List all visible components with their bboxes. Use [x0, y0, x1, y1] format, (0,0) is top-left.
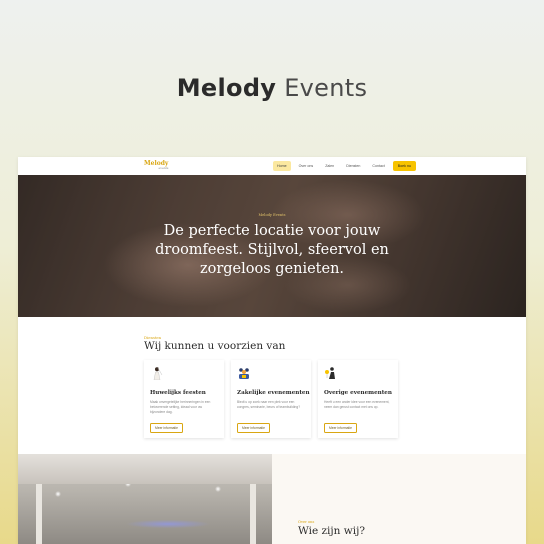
service-card-weddings: Huwelijks feesten Maak onvergetelijke he…	[144, 360, 224, 438]
service-card-title: Overige evenementen	[324, 390, 392, 396]
hero-section: Melody Events De perfecte locatie voor j…	[18, 175, 526, 317]
nav-item-over-ons[interactable]: Over ons	[295, 161, 318, 171]
navbar: Melody events Home Over ons Zalen Dienst…	[18, 157, 526, 175]
service-card-title: Zakelijke evenementen	[237, 390, 310, 396]
business-group-icon	[239, 368, 249, 379]
hero-title: De perfecte locatie voor jouw droomfeest…	[155, 223, 389, 277]
website-mockup: Melody events Home Over ons Zalen Dienst…	[18, 157, 526, 544]
book-now-button[interactable]: Boek nu	[392, 161, 416, 171]
brand-name-bold: Melody	[176, 74, 277, 102]
about-section: Over ons Wie zijn wij?	[272, 454, 526, 544]
more-info-button[interactable]: Meer informatie	[324, 423, 357, 433]
more-info-button[interactable]: Meer informatie	[150, 423, 183, 433]
nav-item-contact[interactable]: Contact	[368, 161, 388, 171]
bride-icon	[153, 367, 163, 380]
service-card-business: Zakelijke evenementen Biedt u op zoek na…	[231, 360, 311, 438]
service-card-title: Huwelijks feesten	[150, 390, 206, 396]
service-card-desc: Heeft u een ander idee voor een evenemen…	[324, 400, 390, 409]
venue-column	[36, 484, 42, 544]
services-heading: Wij kunnen u voorzien van	[144, 340, 286, 352]
brand-name-light: Events	[284, 74, 368, 102]
service-cards: Huwelijks feesten Maak onvergetelijke he…	[144, 360, 398, 438]
service-card-other: Overige evenementen Heeft u een ander id…	[318, 360, 398, 438]
nav-menu: Home Over ons Zalen Diensten Contact Boe…	[273, 161, 416, 171]
about-kicker: Over ons	[298, 520, 315, 524]
service-card-desc: Biedt u op zoek naar een plek voor een c…	[237, 400, 301, 409]
venue-column	[250, 484, 256, 544]
nav-item-home[interactable]: Home	[273, 161, 291, 171]
brand-heading: Melody Events	[0, 74, 544, 102]
party-icon	[325, 367, 335, 379]
about-heading: Wie zijn wij?	[298, 525, 365, 537]
nav-item-zalen[interactable]: Zalen	[321, 161, 338, 171]
more-info-button[interactable]: Meer informatie	[237, 423, 270, 433]
nav-item-diensten[interactable]: Diensten	[342, 161, 364, 171]
venue-photo	[18, 454, 272, 544]
services-section: Diensten Wij kunnen u voorzien van Huwel…	[18, 317, 526, 454]
venue-ceiling	[18, 454, 272, 484]
site-logo[interactable]: Melody events	[144, 161, 168, 171]
hero-kicker: Melody Events	[258, 213, 286, 217]
service-card-desc: Maak onvergetelijke herinneringen in een…	[150, 400, 211, 414]
